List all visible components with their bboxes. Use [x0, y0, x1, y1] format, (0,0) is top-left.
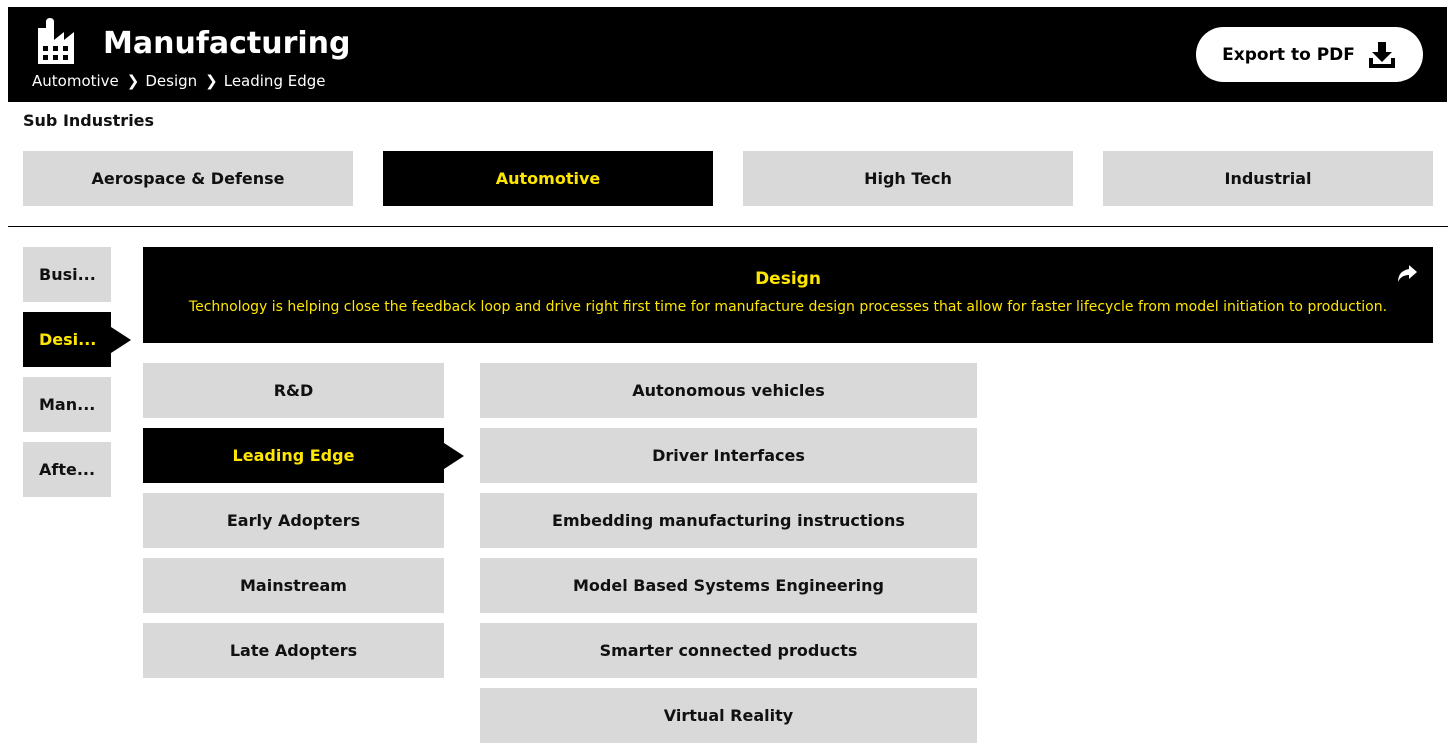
sub-industries-label: Sub Industries [23, 111, 155, 130]
tab-automotive[interactable]: Automotive [383, 151, 713, 206]
breadcrumb-item[interactable]: Leading Edge [224, 71, 326, 91]
tech-model-based-systems-engineering[interactable]: Model Based Systems Engineering [480, 558, 977, 613]
tech-smarter-connected-products[interactable]: Smarter connected products [480, 623, 977, 678]
tech-virtual-reality[interactable]: Virtual Reality [480, 688, 977, 743]
tech-driver-interfaces[interactable]: Driver Interfaces [480, 428, 977, 483]
side-item-manufacturing[interactable]: Man... [23, 377, 111, 432]
export-pdf-button[interactable]: Export to PDF [1196, 27, 1423, 82]
export-pdf-label: Export to PDF [1222, 44, 1355, 65]
chevron-right-icon: ❯ [126, 72, 140, 90]
tech-embedding-manufacturing-instructions[interactable]: Embedding manufacturing instructions [480, 493, 977, 548]
stage-leading-edge[interactable]: Leading Edge [143, 428, 444, 483]
description-title: Design [755, 269, 821, 289]
side-item-design[interactable]: Desi... [23, 312, 111, 367]
tab-industrial[interactable]: Industrial [1103, 151, 1433, 206]
stage-early-adopters[interactable]: Early Adopters [143, 493, 444, 548]
chevron-right-icon: ❯ [205, 72, 218, 90]
description-text: Technology is helping close the feedback… [188, 299, 1388, 315]
tab-high-tech[interactable]: High Tech [743, 151, 1073, 206]
tab-aerospace-defense[interactable]: Aerospace & Defense [23, 151, 353, 206]
section-divider [8, 226, 1448, 227]
app-header: Manufacturing Automotive ❯ Design ❯ Lead… [8, 7, 1447, 102]
side-item-aftermarket[interactable]: Afte... [23, 442, 111, 497]
tech-autonomous-vehicles[interactable]: Autonomous vehicles [480, 363, 977, 418]
description-panel: Design Technology is helping close the f… [143, 247, 1433, 343]
stage-late-adopters[interactable]: Late Adopters [143, 623, 444, 678]
breadcrumb: Automotive ❯ Design ❯ Leading Edge [32, 71, 325, 91]
side-item-business[interactable]: Busi... [23, 247, 111, 302]
stage-rd[interactable]: R&D [143, 363, 444, 418]
page-title: Manufacturing [103, 26, 351, 61]
breadcrumb-item[interactable]: Design [145, 71, 197, 91]
factory-icon [38, 18, 74, 64]
download-icon [1368, 41, 1395, 68]
breadcrumb-item[interactable]: Automotive [32, 71, 119, 91]
share-icon[interactable] [1397, 265, 1417, 283]
stage-mainstream[interactable]: Mainstream [143, 558, 444, 613]
